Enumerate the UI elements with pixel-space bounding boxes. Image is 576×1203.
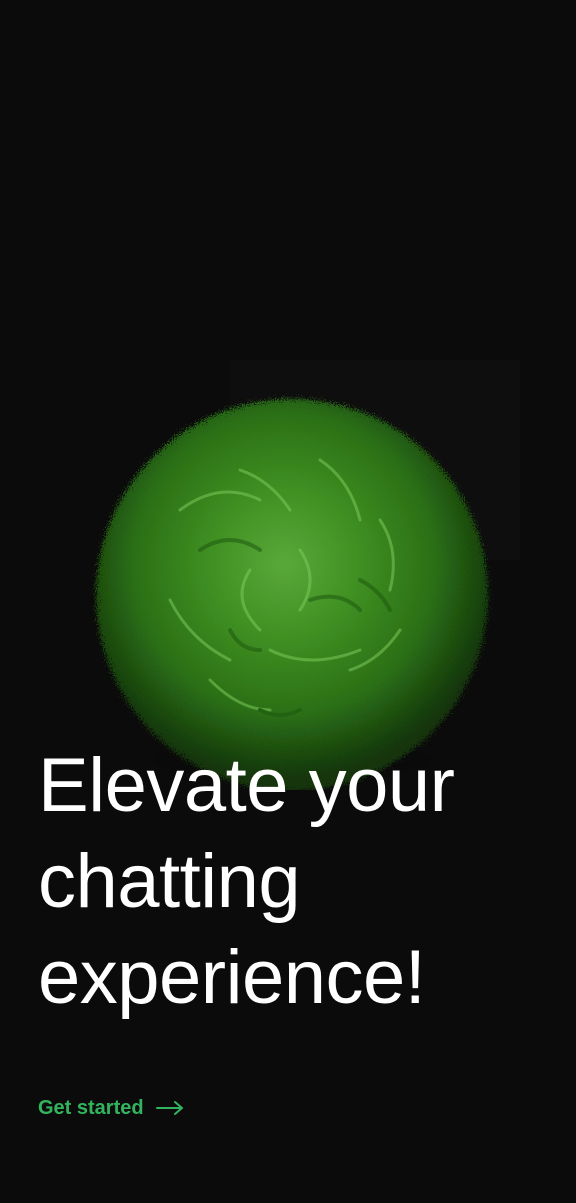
onboarding-screen: Elevate your chatting experience! Get st… (0, 0, 576, 1203)
headline-line-3: experience! (38, 935, 426, 1020)
headline-line-1: Elevate your (38, 743, 455, 828)
get-started-button[interactable]: Get started (38, 1092, 184, 1124)
green-fluffy-ball-image (60, 350, 520, 790)
arrow-right-icon (155, 1101, 184, 1115)
headline-line-2: chatting (38, 839, 301, 924)
headline: Elevate your chatting experience! (38, 738, 548, 1026)
get-started-label: Get started (38, 1096, 144, 1119)
